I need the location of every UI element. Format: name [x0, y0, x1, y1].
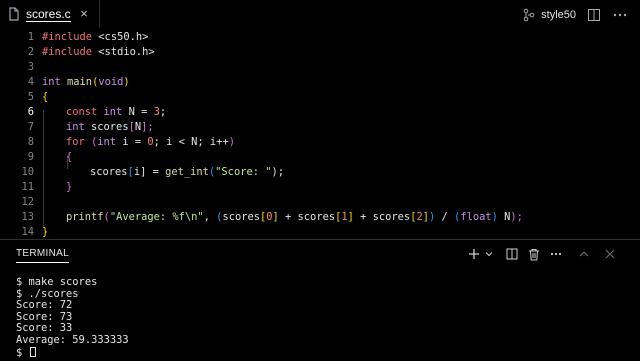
line-number: 11	[21, 180, 34, 193]
code-token: ] =	[140, 165, 166, 178]
line-number: 8	[27, 135, 34, 148]
line-number: 13	[21, 210, 34, 223]
editor-tab-bar: scores.c × style50	[0, 0, 640, 30]
code-line[interactable]: 13 printf("Average: %f\n", (scores[0] + …	[0, 209, 640, 224]
more-icon[interactable]	[612, 7, 628, 23]
style50-icon[interactable]	[521, 7, 537, 23]
code-token: "Average: %f\n"	[109, 210, 204, 223]
code-token: }	[66, 180, 73, 193]
code-line[interactable]: 6 const int N = 3;	[0, 104, 640, 119]
code-token: ];	[141, 120, 154, 133]
code-token: int	[42, 75, 61, 88]
code-token: printf	[66, 210, 104, 223]
code-token: "Score: "	[215, 165, 272, 178]
code-token: N	[497, 210, 511, 223]
code-token: #include	[42, 45, 93, 58]
c-file-icon	[8, 7, 20, 21]
chevron-up-icon[interactable]	[574, 246, 594, 262]
code-token: main	[60, 75, 93, 88]
split-editor-icon[interactable]	[586, 7, 602, 23]
code-token: <cs50.h>	[92, 30, 149, 43]
close-icon[interactable]: ×	[77, 7, 91, 21]
editor-actions: style50	[521, 0, 640, 29]
tab-label: scores.c	[26, 6, 71, 22]
code-line[interactable]: 2 #include <stdio.h>	[0, 44, 640, 59]
line-number: 10	[21, 165, 34, 178]
code-line[interactable]: 1 #include <cs50.h>	[0, 29, 640, 44]
code-line[interactable]: 12	[0, 194, 640, 209]
line-number: 2	[27, 45, 34, 58]
code-token: (	[84, 135, 98, 148]
code-line[interactable]: 3	[0, 59, 640, 74]
code-token: ,	[203, 210, 217, 223]
code-token: scores	[84, 120, 129, 133]
code-token: ; i < N; i++	[153, 135, 229, 148]
tab-scores-c[interactable]: scores.c ×	[0, 0, 100, 28]
code-token: );	[510, 210, 523, 223]
code-token: i =	[116, 135, 148, 148]
code-token: #include	[42, 30, 93, 43]
style50-button[interactable]: style50	[541, 9, 576, 21]
terminal-line: $ make scores	[16, 276, 98, 288]
bottom-panel: TERMINAL $ make scores $ ./scores Score:…	[0, 239, 640, 361]
terminal-prompt: $	[16, 346, 29, 359]
code-token: float	[460, 210, 492, 223]
code-line[interactable]: 5 {	[0, 89, 640, 104]
code-token: /	[435, 210, 455, 223]
code-editor[interactable]: 1 #include <cs50.h> 2 #include <stdio.h>…	[0, 29, 640, 239]
code-token: + scores	[353, 210, 411, 223]
code-token: int	[97, 135, 117, 148]
code-token: for	[66, 135, 85, 148]
code-line[interactable]: 7 int scores[N];	[0, 119, 640, 134]
code-token: {	[42, 90, 49, 103]
chevron-down-icon[interactable]	[484, 246, 494, 262]
code-line[interactable]: 9 {	[0, 149, 640, 164]
line-number: 9	[27, 150, 34, 163]
code-token: )	[228, 135, 235, 148]
code-token: }	[42, 225, 49, 238]
code-line[interactable]: 10 scores[i] = get_int("Score: ");	[0, 164, 640, 179]
code-line[interactable]: 8 for (int i = 0; i < N; i++)	[0, 134, 640, 149]
code-token: {	[66, 150, 73, 163]
tab-terminal[interactable]: TERMINAL	[16, 248, 69, 263]
code-token: const	[66, 105, 98, 118]
line-number: 5	[27, 90, 34, 103]
terminal-line: Average: 59.333333	[16, 333, 129, 346]
code-line[interactable]: 14 }	[0, 224, 640, 239]
terminal-cursor	[29, 346, 36, 357]
line-number: 12	[21, 195, 34, 208]
line-number: 1	[27, 30, 34, 43]
code-token: get_int	[165, 165, 209, 178]
line-number: 6	[27, 105, 34, 118]
panel-actions	[462, 246, 620, 262]
line-number: 4	[27, 75, 34, 88]
close-icon[interactable]	[600, 246, 620, 262]
code-token: <stdio.h>	[92, 45, 155, 58]
line-number: 3	[27, 60, 34, 73]
code-line[interactable]: 4 int main(void)	[0, 74, 640, 89]
code-token: scores	[222, 210, 260, 223]
line-number: 7	[27, 120, 34, 133]
add-icon[interactable]	[464, 246, 484, 262]
trash-icon[interactable]	[524, 246, 544, 262]
code-token: )	[123, 75, 130, 88]
code-line[interactable]: 11 }	[0, 179, 640, 194]
line-number: 14	[21, 225, 34, 238]
more-icon[interactable]	[546, 246, 566, 262]
code-token: void	[98, 75, 124, 88]
terminal-prompt-line[interactable]: $	[16, 346, 129, 359]
terminal-output[interactable]: $ make scores $ ./scores Score: 72 Score…	[16, 276, 129, 359]
code-token: );	[271, 165, 284, 178]
code-token: ;	[159, 105, 167, 118]
code-token: int	[97, 105, 123, 118]
code-token: scores	[90, 165, 128, 178]
code-token: + scores	[278, 210, 336, 223]
code-token: N =	[122, 105, 154, 118]
split-terminal-icon[interactable]	[502, 246, 522, 262]
code-token: int	[66, 120, 85, 133]
